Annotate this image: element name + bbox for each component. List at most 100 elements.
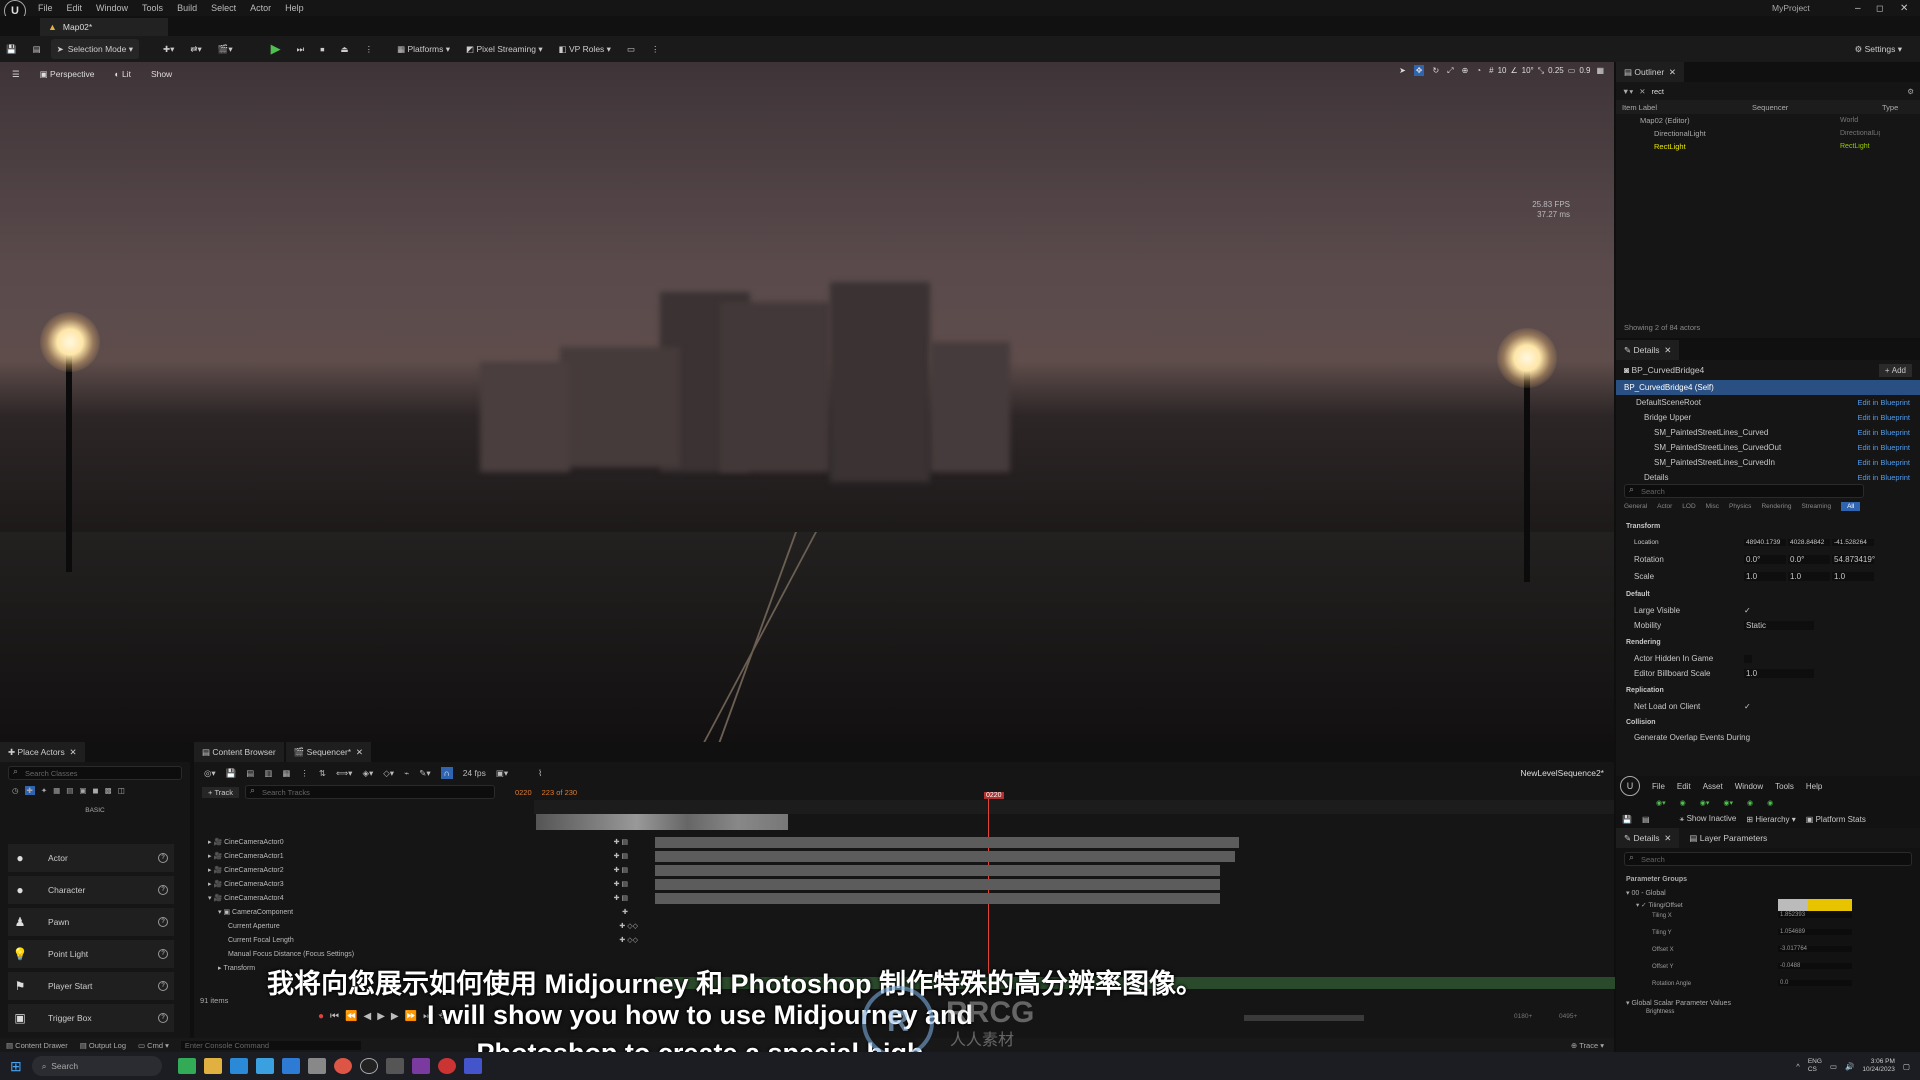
notification-icon[interactable]: ▢ [1903, 1062, 1910, 1071]
scalar-group[interactable]: ▾ Global Scalar Parameter Values [1616, 999, 1920, 1007]
select-tool-icon[interactable]: ➤ [1399, 66, 1406, 75]
menu-actor[interactable]: Actor [250, 3, 271, 13]
platform-stats-button[interactable]: ▣ Platform Stats [1806, 815, 1866, 824]
vr-icon[interactable]: ▭ [621, 39, 641, 59]
fps-dropdown[interactable]: 24 fps [463, 768, 486, 778]
clock[interactable]: 3:06 PM 10/24/2023 [1862, 1058, 1895, 1074]
track-row[interactable]: ▸ 🎥 CineCameraActor0 ✚ ▤ [208, 835, 628, 849]
play-button[interactable]: ▶ [265, 39, 287, 59]
track-row[interactable]: Current Aperture ✚ ◇◇ [228, 919, 648, 933]
section-replication[interactable]: Replication [1616, 683, 1920, 698]
curve-icon[interactable]: ⌁ [404, 768, 409, 779]
edit-in-blueprint-link[interactable]: Edit in Blueprint [1857, 413, 1910, 422]
scale-label[interactable]: Scale [1634, 572, 1654, 581]
place-actor-item[interactable]: ● Character? [8, 876, 174, 904]
outliner-search-input[interactable]: rect [1652, 87, 1908, 96]
add-track-button[interactable]: + Track [202, 786, 239, 798]
surface-snap-icon[interactable]: ◔ [1476, 66, 1481, 75]
filter-icon[interactable]: ▼▾ [1622, 87, 1633, 96]
recent-icon[interactable]: ◷ [12, 786, 19, 795]
location-y-field[interactable]: 4028.84842 [1788, 539, 1830, 546]
edit-mode-icon[interactable]: ⟺▾ [336, 768, 352, 779]
add-component-button[interactable]: + Add [1878, 363, 1912, 377]
tab-place-actors[interactable]: ✚ Place Actors ✕ [0, 742, 85, 762]
clear-filter-icon[interactable]: ✕ [1639, 87, 1645, 96]
file-explorer-icon[interactable] [203, 1058, 222, 1074]
maximize-icon[interactable]: ◻ [1876, 3, 1883, 14]
section-transform[interactable]: Transform [1616, 519, 1920, 534]
track-row[interactable]: Current Focal Length ✚ ◇◇ [228, 933, 648, 947]
edit-in-blueprint-link[interactable]: Edit in Blueprint [1857, 443, 1910, 452]
camera-speed-value[interactable]: 0.9 [1579, 66, 1590, 75]
track-row[interactable]: ▾ ▣ CameraComponent ✚ [218, 905, 638, 919]
checkbox-icon[interactable]: ✓ [1744, 702, 1751, 711]
section-collision[interactable]: Collision [1616, 715, 1920, 730]
minimize-icon[interactable]: – [1855, 3, 1861, 14]
settings-button[interactable]: ⚙ Settings ▾ [1849, 39, 1908, 59]
hierarchy-icon[interactable]: ◉▾ [1723, 799, 1733, 807]
section-default[interactable]: Default [1616, 587, 1920, 602]
parameter-groups-header[interactable]: Parameter Groups [1616, 870, 1920, 883]
filter-actor[interactable]: Actor [1657, 503, 1672, 510]
content-icon[interactable]: ▤ [27, 39, 47, 59]
menu-tools[interactable]: Tools [142, 3, 163, 13]
component-row[interactable]: DefaultSceneRoot Edit in Blueprint [1616, 395, 1920, 410]
scale-y-field[interactable]: 1.0 [1788, 572, 1830, 581]
platforms-button[interactable]: ▦ Platforms ▾ [391, 39, 456, 59]
menu-tools[interactable]: Tools [1775, 782, 1794, 791]
browse-icon[interactable]: ▤ [1642, 815, 1650, 824]
search-node-icon[interactable]: ◉ [1680, 799, 1686, 807]
outliner-settings-icon[interactable]: ⚙ [1907, 87, 1914, 96]
location-z-field[interactable]: -41.528264 [1832, 539, 1874, 546]
app3-icon[interactable] [437, 1058, 456, 1074]
edit-in-blueprint-link[interactable]: Edit in Blueprint [1857, 458, 1910, 467]
rotation-y-field[interactable]: 0.0° [1788, 555, 1830, 564]
more-options-icon[interactable]: ⋮ [359, 39, 380, 59]
shapes-icon[interactable]: ▦ [53, 786, 60, 795]
help-icon[interactable]: ? [158, 853, 168, 863]
cinematic-icon[interactable]: ▤ [66, 786, 73, 795]
filter-rendering[interactable]: Rendering [1761, 503, 1791, 510]
tab-sequencer[interactable]: 🎬 Sequencer* ✕ [285, 742, 371, 762]
component-row[interactable]: Details Edit in Blueprint [1616, 470, 1920, 485]
tab-material-details[interactable]: ✎ Details ✕ [1616, 828, 1680, 848]
camera-speed-icon[interactable]: ▭ [1568, 66, 1576, 75]
track-section-bar[interactable] [655, 879, 1220, 890]
geometry-icon[interactable]: ◼ [92, 786, 98, 795]
all-classes-icon[interactable]: ◫ [118, 786, 125, 795]
menu-edit[interactable]: Edit [67, 3, 83, 13]
angle-snap-icon[interactable]: ∠ [1510, 66, 1517, 75]
place-actor-item[interactable]: ♟ Pawn? [8, 908, 174, 936]
tab-map02[interactable]: ▲ Map02* [40, 18, 168, 36]
home-icon[interactable]: ◉▾ [1700, 799, 1710, 807]
track-row[interactable]: ▾ 🎥 CineCameraActor4 ✚ ▤ [208, 891, 628, 905]
param-value-field[interactable]: 1.054689 [1778, 929, 1852, 935]
angle-snap-value[interactable]: 10° [1522, 66, 1534, 75]
time-ruler[interactable] [534, 800, 1614, 814]
track-search-input[interactable]: Search Tracks [244, 785, 495, 799]
save-sequence-icon[interactable]: 💾 [226, 768, 237, 779]
place-actors-search-input[interactable]: Search Classes [8, 766, 182, 780]
col-sequencer[interactable]: Sequencer [1752, 103, 1882, 112]
grid-snap-icon[interactable]: # [1489, 66, 1493, 75]
outliner-row[interactable]: RectLight RectLight [1616, 140, 1920, 153]
material-search-input[interactable]: Search [1624, 852, 1912, 866]
location-x-field[interactable]: 48940.1739 [1744, 539, 1786, 546]
edge-icon[interactable] [229, 1058, 248, 1074]
tray-chevron-icon[interactable]: ^ [1796, 1062, 1800, 1071]
menu-file[interactable]: File [1652, 782, 1665, 791]
brush-icon[interactable]: ✎▾ [419, 768, 430, 779]
menu-help[interactable]: Help [285, 3, 304, 13]
tab-layer-parameters[interactable]: ▤ Layer Parameters [1681, 828, 1775, 848]
help-icon[interactable]: ? [158, 917, 168, 927]
place-actor-item[interactable]: ● Actor? [8, 844, 174, 872]
task-view-icon[interactable] [177, 1058, 196, 1074]
menu-build[interactable]: Build [177, 3, 197, 13]
basic-icon[interactable]: ✚ [24, 786, 35, 795]
hierarchy-button[interactable]: ⊞ Hierarchy ▾ [1746, 815, 1795, 824]
actions-icon[interactable]: ⋮ [300, 768, 309, 779]
toolbar-more-icon[interactable]: ⋮ [645, 39, 666, 59]
menu-help[interactable]: Help [1806, 782, 1822, 791]
layout-icon[interactable]: ▦ [1596, 66, 1604, 75]
global-group[interactable]: ▾ 00 - Global [1616, 883, 1920, 897]
